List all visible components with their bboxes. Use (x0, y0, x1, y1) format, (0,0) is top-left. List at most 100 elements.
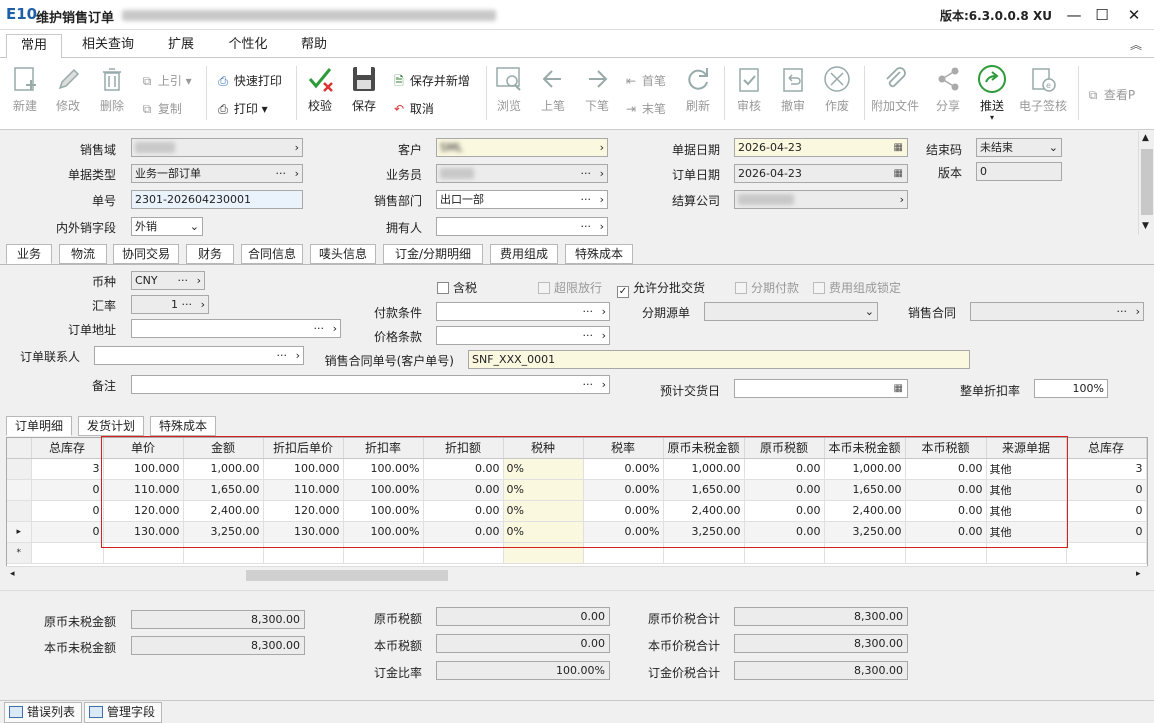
currency-field[interactable]: CNY ··· › (131, 271, 205, 290)
table-cell[interactable]: 1,650.00 (824, 479, 906, 501)
domestic-select[interactable]: 外销 ⌄ (131, 217, 203, 236)
esign-button[interactable]: e 电子签核 (1016, 62, 1070, 124)
table-cell[interactable] (503, 542, 584, 564)
table-cell[interactable]: 130.000 (263, 521, 344, 543)
table-cell[interactable]: 120.000 (103, 500, 184, 522)
table-cell[interactable]: 0.00% (583, 479, 664, 501)
table-cell[interactable]: 0.00 (744, 479, 825, 501)
table-cell[interactable]: 1,650.00 (663, 479, 745, 501)
menu-tab-common[interactable]: 常用 (6, 34, 62, 59)
column-header[interactable]: 单价 (103, 438, 184, 459)
prev-record-button[interactable]: 上笔 (531, 62, 575, 124)
menu-tab-personalize[interactable]: 个性化 (218, 34, 278, 59)
table-cell[interactable]: 2,400.00 (663, 500, 745, 522)
tab-fee-composition[interactable]: 费用组成 (490, 244, 558, 264)
push-button[interactable]: 推送 ▾ (970, 62, 1014, 124)
table-cell[interactable]: 3 (1066, 458, 1147, 480)
doc-type-field[interactable]: 业务一部订单 ··· › (131, 164, 303, 183)
tab-business[interactable]: 业务 (6, 244, 52, 264)
verify-button[interactable]: 校验 (298, 62, 342, 124)
table-cell[interactable]: 2,400.00 (824, 500, 906, 522)
view-button[interactable]: ⧉ 查看P (1086, 86, 1135, 103)
allow-batch-checkbox[interactable]: ✓ 允许分批交货 (617, 279, 705, 298)
grid-horizontal-scrollbar[interactable]: ◂ ▸ (6, 566, 1148, 583)
unapprove-button[interactable]: 撤审 (771, 62, 815, 124)
refresh-button[interactable]: 刷新 (676, 62, 720, 124)
order-addr-field[interactable]: ··· › (131, 319, 341, 338)
table-cell[interactable]: 0% (503, 500, 584, 522)
table-cell[interactable] (986, 542, 1067, 564)
tab-logistics[interactable]: 物流 (59, 244, 107, 264)
table-row[interactable]: 0 110.000 1,650.00 110.000 100.00% 0.00 0% 0.00… (7, 479, 1147, 501)
save-new-button[interactable]: 🗎 保存并新增 (392, 72, 470, 93)
table-cell[interactable] (663, 542, 745, 564)
column-header[interactable]: 折扣率 (343, 438, 424, 459)
installment-src-select[interactable]: ⌄ (704, 302, 878, 321)
tab-collab-trade[interactable]: 协同交易 (113, 244, 179, 264)
table-cell[interactable]: 0 (1066, 521, 1147, 543)
close-button[interactable]: ✕ (1120, 2, 1148, 28)
table-cell[interactable]: 0.00% (583, 521, 664, 543)
row-indicator[interactable] (7, 500, 32, 522)
table-cell[interactable]: 100.000 (263, 458, 344, 480)
column-header[interactable]: 原币未税金额 (663, 438, 745, 459)
table-cell[interactable] (583, 542, 664, 564)
table-cell[interactable]: 100.00% (343, 500, 424, 522)
copy-button[interactable]: ⧉ 复制 (140, 100, 182, 117)
table-cell[interactable]: 110.000 (263, 479, 344, 501)
column-header[interactable]: 折扣额 (423, 438, 504, 459)
doc-date-field[interactable]: 2026-04-23 ▦ (734, 138, 908, 157)
table-cell[interactable]: 130.000 (103, 521, 184, 543)
table-cell[interactable]: 100.00% (343, 521, 424, 543)
order-date-field[interactable]: 2026-04-23 ▦ (734, 164, 908, 183)
version-field[interactable]: 0 (976, 162, 1062, 181)
table-cell[interactable]: 0.00 (423, 521, 504, 543)
sales-contract-field[interactable]: ··· › (970, 302, 1144, 321)
last-record-button[interactable]: ⇥ 末笔 (624, 100, 666, 117)
table-cell[interactable]: 100.00% (343, 479, 424, 501)
sales-domain-field[interactable]: › (131, 138, 303, 157)
installment-checkbox[interactable]: 分期付款 (735, 279, 799, 296)
table-cell[interactable] (824, 542, 906, 564)
new-button[interactable]: 新建 (3, 62, 47, 124)
browse-button[interactable]: 浏览 (487, 62, 531, 124)
table-cell[interactable]: 0.00 (423, 458, 504, 480)
table-cell[interactable] (31, 542, 104, 564)
tax-included-checkbox[interactable]: 含税 (437, 279, 477, 296)
table-cell[interactable]: 3,250.00 (663, 521, 745, 543)
table-cell[interactable]: 0.00 (423, 500, 504, 522)
table-cell[interactable]: 0.00 (905, 458, 987, 480)
table-cell[interactable]: 0.00 (905, 500, 987, 522)
table-row[interactable]: 3 100.000 1,000.00 100.000 100.00% 0.00 0% 0.00… (7, 458, 1147, 480)
table-cell[interactable]: 0% (503, 479, 584, 501)
discount-field[interactable]: 100% (1034, 379, 1108, 398)
tab-special-cost[interactable]: 特殊成本 (565, 244, 633, 264)
quick-print-button[interactable]: ⎙ 快速打印 (216, 72, 282, 89)
table-cell[interactable] (343, 542, 424, 564)
table-cell[interactable]: 0 (1066, 479, 1147, 501)
attach-file-button[interactable]: 附加文件 (870, 62, 920, 124)
table-cell[interactable]: 0 (31, 479, 104, 501)
table-cell[interactable]: 其他 (986, 521, 1067, 543)
table-cell[interactable]: 100.00% (343, 458, 424, 480)
tab-shipping-marks[interactable]: 唛头信息 (310, 244, 376, 264)
table-cell[interactable]: 1,000.00 (183, 458, 264, 480)
table-cell[interactable]: 0.00% (583, 500, 664, 522)
print-button[interactable]: ⎙ 打印 ▾ (216, 100, 268, 117)
row-indicator[interactable] (7, 479, 32, 501)
dept-field[interactable]: 出口一部 ··· › (436, 190, 608, 209)
table-cell[interactable] (905, 542, 987, 564)
table-cell[interactable]: 1,000.00 (663, 458, 745, 480)
payment-terms-field[interactable]: ··· › (436, 302, 610, 321)
tab-delivery-plan[interactable]: 发货计划 (78, 416, 144, 436)
table-cell[interactable] (1066, 542, 1147, 564)
manage-fields-tab[interactable]: 管理字段 (84, 702, 162, 723)
next-record-button[interactable]: 下笔 (575, 62, 619, 124)
scroll-thumb[interactable] (246, 570, 448, 581)
salesman-field[interactable]: ··· › (436, 164, 608, 183)
cancel-button[interactable]: ↶ 取消 (392, 100, 434, 117)
table-cell[interactable]: 0.00% (583, 458, 664, 480)
settle-co-field[interactable]: › (734, 190, 908, 209)
column-header[interactable]: 本币未税金额 (824, 438, 906, 459)
tab-finance[interactable]: 财务 (186, 244, 234, 264)
